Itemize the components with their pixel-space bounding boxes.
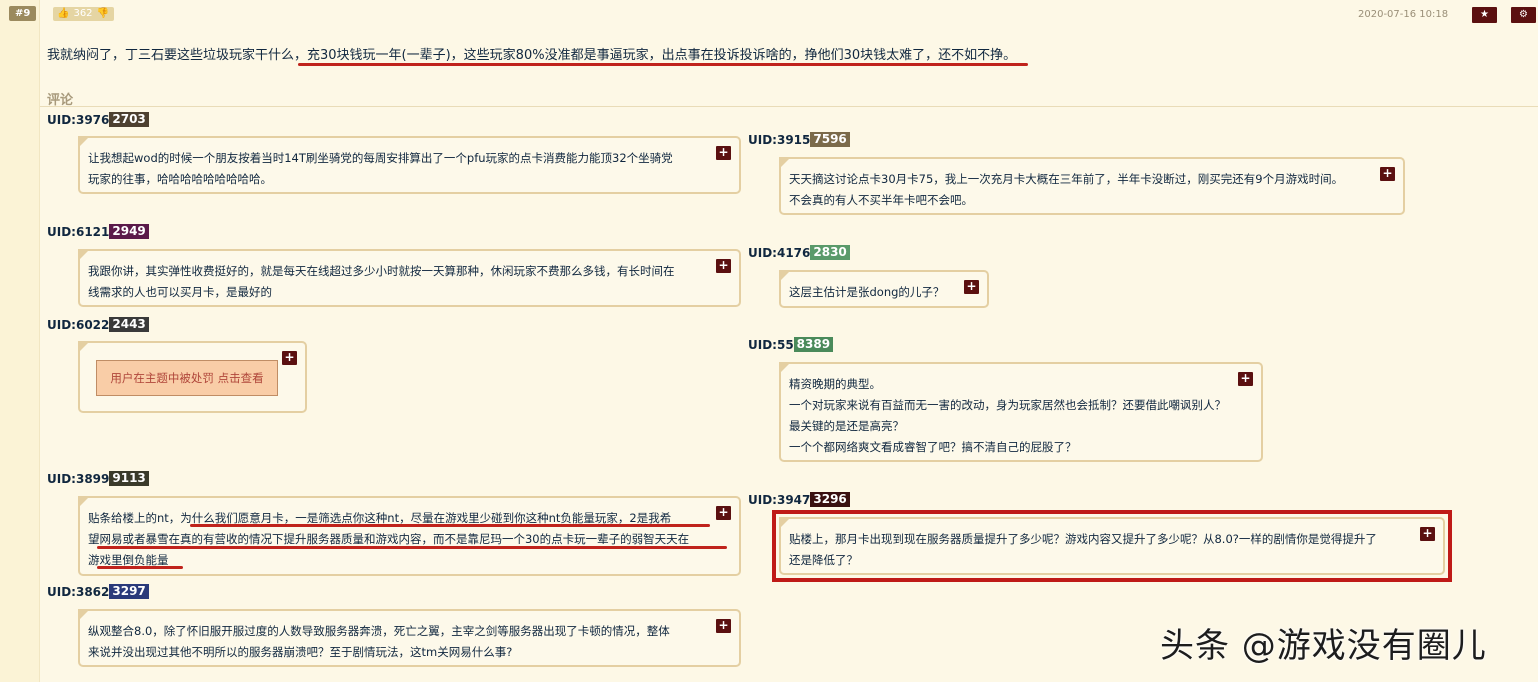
floor-number: #9 xyxy=(9,6,37,21)
comment-box: 让我想起wod的时候一个朋友按着当时14T刷坐骑党的每周安排算出了一个pfu玩家… xyxy=(78,136,741,194)
comment-text-line: 这层主估计是张dong的儿子？ xyxy=(789,285,945,299)
comment-text-line: 一个对玩家来说有百益而无一害的改动，身为玩家居然也会抵制？还要借此嘲讽别人？ xyxy=(789,398,1226,412)
comment-box: 精资晚期的典型。一个对玩家来说有百益而无一害的改动，身为玩家居然也会抵制？还要借… xyxy=(779,362,1263,462)
thumbs-down-icon[interactable]: 👎 xyxy=(97,7,109,21)
comment-box: 用户在主题中被处罚 点击查看 + xyxy=(78,341,307,413)
uid-badge[interactable]: 7596 xyxy=(810,132,850,147)
star-icon[interactable]: ★ xyxy=(1472,7,1497,23)
comment-uid[interactable]: UID:3899 9113 xyxy=(47,471,149,486)
uid-label[interactable]: UID:3899 xyxy=(47,472,109,486)
expand-plus-icon[interactable]: + xyxy=(1380,167,1395,181)
expand-plus-icon[interactable]: + xyxy=(716,619,731,633)
comment-text-line: 精资晚期的典型。 xyxy=(789,377,881,391)
comment-uid[interactable]: UID:3976 2703 xyxy=(47,112,149,127)
uid-badge[interactable]: 2443 xyxy=(109,317,149,332)
comment-uid[interactable]: UID:6121 2949 xyxy=(47,224,149,239)
left-column xyxy=(0,0,40,682)
comment-box: 纵观整合8.0，除了怀旧服开服过度的人数导致服务器奔溃，死亡之翼，主宰之剑等服务… xyxy=(78,609,741,667)
like-count: 362 xyxy=(73,8,93,19)
comment-box: 贴条给楼上的nt，为什么我们愿意月卡，一是筛选点你这种nt，尽量在游戏里少碰到你… xyxy=(78,496,741,576)
uid-badge[interactable]: 2949 xyxy=(109,224,149,239)
uid-label[interactable]: UID:6121 xyxy=(47,225,109,239)
comment-uid[interactable]: UID:55 8389 xyxy=(748,337,834,352)
uid-label[interactable]: UID:55 xyxy=(748,338,794,352)
expand-plus-icon[interactable]: + xyxy=(716,259,731,273)
uid-label[interactable]: UID:3976 xyxy=(47,113,109,127)
comment-text-line: 玩家的往事，哈哈哈哈哈哈哈哈哈。 xyxy=(88,172,272,186)
comment-uid[interactable]: UID:3915 7596 xyxy=(748,132,850,147)
watermark: 头条 @游戏没有圈儿 xyxy=(1160,626,1487,666)
underline-annotation xyxy=(298,63,1028,66)
expand-plus-icon[interactable]: + xyxy=(1238,372,1253,386)
uid-label[interactable]: UID:6022 xyxy=(47,318,109,332)
gear-icon[interactable]: ⚙ xyxy=(1511,7,1536,23)
uid-label[interactable]: UID:4176 xyxy=(748,246,810,260)
expand-plus-icon[interactable]: + xyxy=(716,146,731,160)
expand-plus-icon[interactable]: + xyxy=(716,506,731,520)
uid-badge[interactable]: 3296 xyxy=(810,492,850,507)
underline-annotation xyxy=(97,566,183,569)
section-divider xyxy=(40,106,1538,107)
comment-uid[interactable]: UID:6022 2443 xyxy=(47,317,149,332)
uid-label[interactable]: UID:3947 xyxy=(748,493,810,507)
comment-text-line: 我跟你讲，其实弹性收费挺好的，就是每天在线超过多少小时就按一天算那种，休闲玩家不… xyxy=(88,264,675,278)
comment-text-line: 让我想起wod的时候一个朋友按着当时14T刷坐骑党的每周安排算出了一个pfu玩家… xyxy=(88,151,673,165)
comment-box: 天天摘这讨论点卡30月卡75，我上一次充月卡大概在三年前了，半年卡没断过，刚买完… xyxy=(779,157,1405,215)
uid-label[interactable]: UID:3915 xyxy=(748,133,810,147)
uid-label[interactable]: UID:3862 xyxy=(47,585,109,599)
underline-annotation xyxy=(97,546,727,549)
post-content: 我就纳闷了，丁三石要这些垃圾玩家干什么，充30块钱玩一年(一辈子)，这些玩家80… xyxy=(47,48,1017,63)
comment-uid[interactable]: UID:4176 2830 xyxy=(748,245,850,260)
comment-text-line: 线需求的人也可以买月卡，是最好的 xyxy=(88,285,272,299)
comment-text-line: 来说并没出现过其他不明所以的服务器崩溃吧？至于剧情玩法，这tm关网易什么事? xyxy=(88,645,513,659)
comment-text-line: 天天摘这讨论点卡30月卡75，我上一次充月卡大概在三年前了，半年卡没断过，刚买完… xyxy=(789,172,1344,186)
uid-badge[interactable]: 8389 xyxy=(793,337,834,352)
uid-badge[interactable]: 2703 xyxy=(109,112,149,127)
highlight-annotation-box xyxy=(772,510,1452,582)
comment-text-line: 一个个都网络爽文看成睿智了吧？搞不清自己的屁股了？ xyxy=(789,440,1077,454)
vote-box[interactable]: 👍 362 👎 xyxy=(53,7,114,21)
comment-uid[interactable]: UID:3862 3297 xyxy=(47,584,149,599)
comment-text-line: 不会真的有人不买半年卡吧不会吧。 xyxy=(789,193,973,207)
punished-notice-button[interactable]: 用户在主题中被处罚 点击查看 xyxy=(96,360,278,396)
uid-badge[interactable]: 9113 xyxy=(109,471,149,486)
comment-text-line: 最关键的是还是高亮？ xyxy=(789,419,904,433)
underline-annotation xyxy=(190,524,710,527)
comment-text-line: 纵观整合8.0，除了怀旧服开服过度的人数导致服务器奔溃，死亡之翼，主宰之剑等服务… xyxy=(88,624,670,638)
expand-plus-icon[interactable]: + xyxy=(964,280,979,294)
uid-badge[interactable]: 2830 xyxy=(810,245,850,260)
comment-box: 这层主估计是张dong的儿子？ + xyxy=(779,270,989,308)
uid-badge[interactable]: 3297 xyxy=(109,584,149,599)
comment-uid[interactable]: UID:3947 3296 xyxy=(748,492,850,507)
thumbs-up-icon[interactable]: 👍 xyxy=(57,7,69,21)
post-date: 2020-07-16 10:18 xyxy=(1358,9,1449,20)
expand-plus-icon[interactable]: + xyxy=(282,351,297,365)
comment-box: 我跟你讲，其实弹性收费挺好的，就是每天在线超过多少小时就按一天算那种，休闲玩家不… xyxy=(78,249,741,307)
